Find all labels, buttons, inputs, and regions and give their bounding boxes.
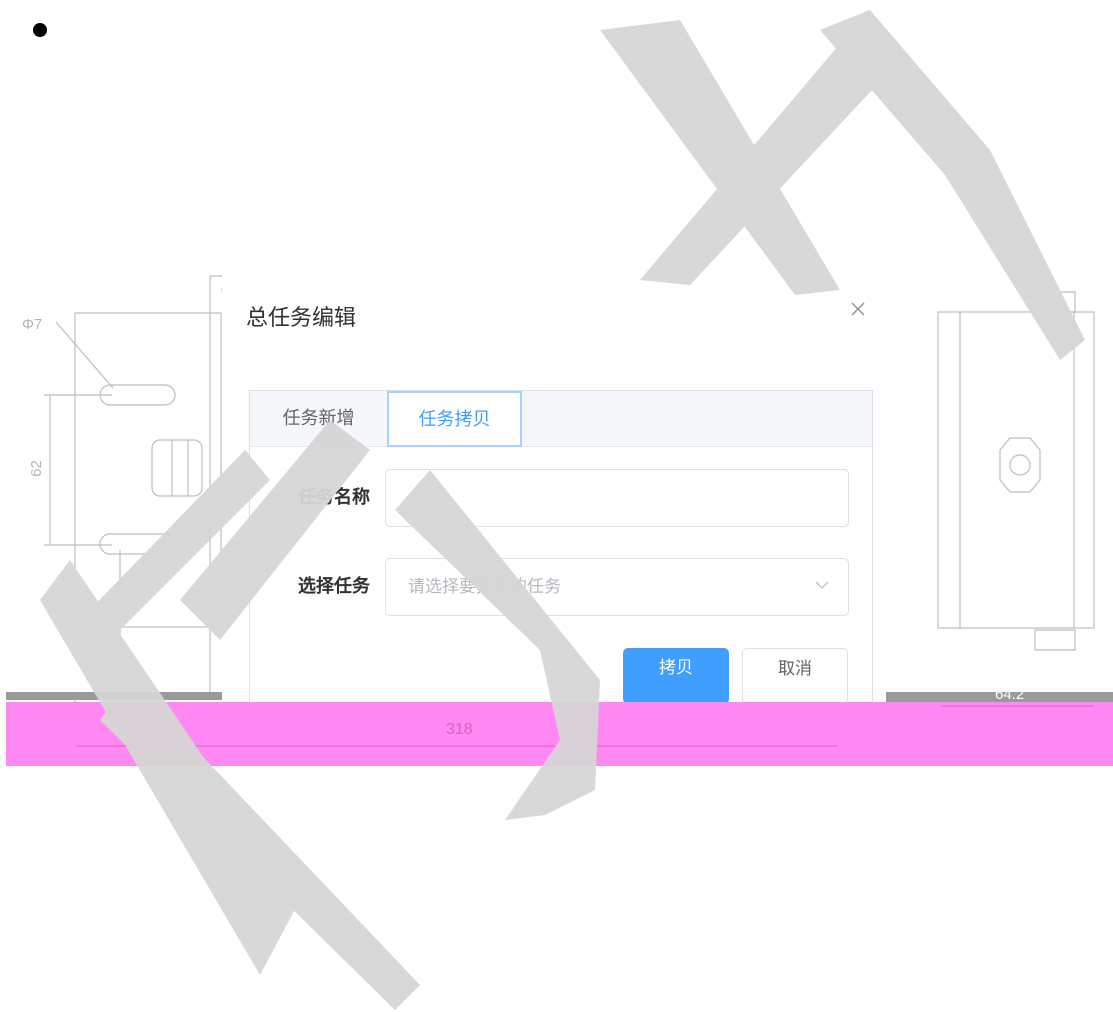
pink-band: 318 bbox=[6, 702, 1113, 766]
copy-button[interactable]: 拷贝 bbox=[623, 648, 729, 702]
dim-318: 318 bbox=[446, 721, 473, 738]
select-task-dropdown[interactable]: 请选择要拷贝的任务 bbox=[385, 558, 849, 616]
cancel-button[interactable]: 取消 bbox=[742, 648, 848, 702]
task-name-input[interactable] bbox=[385, 469, 849, 527]
dim-64: 64.2 bbox=[995, 686, 1025, 703]
tab-copy-task[interactable]: 任务拷贝 bbox=[387, 391, 522, 447]
select-task-label: 选择任务 bbox=[298, 576, 370, 597]
close-icon-glyph bbox=[851, 302, 865, 316]
form-row-task-name: 任务名称 bbox=[250, 469, 872, 529]
close-icon[interactable] bbox=[848, 300, 868, 320]
edit-task-dialog: 总任务编辑 任务新增 任务拷贝 任务名称 选择任务 请选择要拷贝的任务 拷贝 取… bbox=[222, 270, 886, 702]
chevron-down-icon bbox=[815, 581, 829, 590]
task-name-label: 任务名称 bbox=[298, 487, 370, 508]
dialog-title: 总任务编辑 bbox=[246, 306, 357, 331]
dim-phi7: Φ7 bbox=[22, 316, 43, 333]
dim-318-line bbox=[76, 705, 1094, 747]
select-placeholder: 请选择要拷贝的任务 bbox=[408, 577, 561, 597]
dim-62: 62 bbox=[27, 460, 45, 477]
tab-add-task[interactable]: 任务新增 bbox=[250, 391, 387, 446]
form-row-select-task: 选择任务 请选择要拷贝的任务 bbox=[250, 558, 872, 618]
tabs-header: 任务新增 任务拷贝 bbox=[250, 391, 872, 447]
